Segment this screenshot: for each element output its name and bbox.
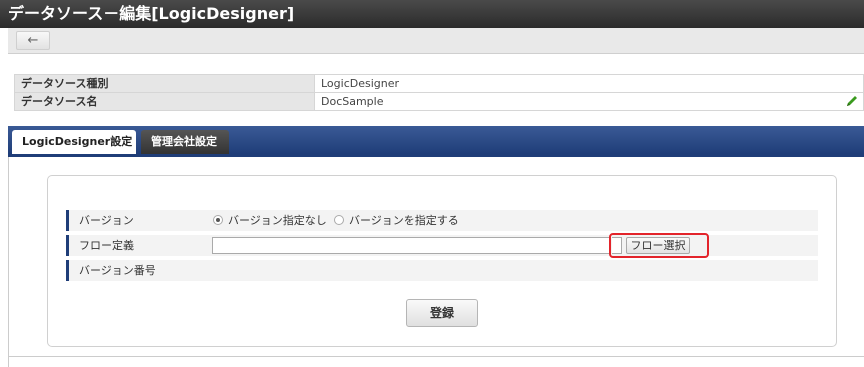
flow-label: フロー定義 [66,235,206,256]
window-title: データソース－編集[LogicDesigner] [0,0,864,28]
tab-logicdesigner-settings[interactable]: LogicDesigner設定 [12,130,136,154]
flow-definition-input[interactable] [212,237,610,254]
tab-management-company-settings[interactable]: 管理会社設定 [141,130,229,154]
info-value: DocSample [321,95,384,108]
info-label: データソース名 [14,92,315,111]
radio-no-version-label[interactable]: バージョン指定なし [228,210,327,231]
highlight-box [609,233,709,258]
register-button[interactable]: 登録 [406,299,478,327]
version-number-row: バージョン番号 [66,260,818,282]
info-label: データソース種別 [14,74,315,93]
info-row-name: データソース名 DocSample [14,92,864,111]
datasource-info-table: データソース種別 LogicDesigner データソース名 DocSample [14,74,864,111]
tab-bar: LogicDesigner設定 管理会社設定 [8,126,864,157]
toolbar: ← [8,28,864,54]
version-number-label: バージョン番号 [66,260,206,281]
radio-specify-version-label[interactable]: バージョンを指定する [349,210,459,231]
radio-specify-version[interactable] [334,215,344,225]
version-label: バージョン [66,210,206,231]
info-row-type: データソース種別 LogicDesigner [14,74,864,93]
pencil-icon[interactable] [845,94,859,108]
version-row: バージョン バージョン指定なし バージョンを指定する [66,210,818,232]
radio-no-version[interactable] [213,215,223,225]
info-value-cell: DocSample [314,92,864,111]
arrow-left-icon: ← [27,33,39,48]
info-value: LogicDesigner [314,74,864,93]
back-button[interactable]: ← [16,31,50,50]
